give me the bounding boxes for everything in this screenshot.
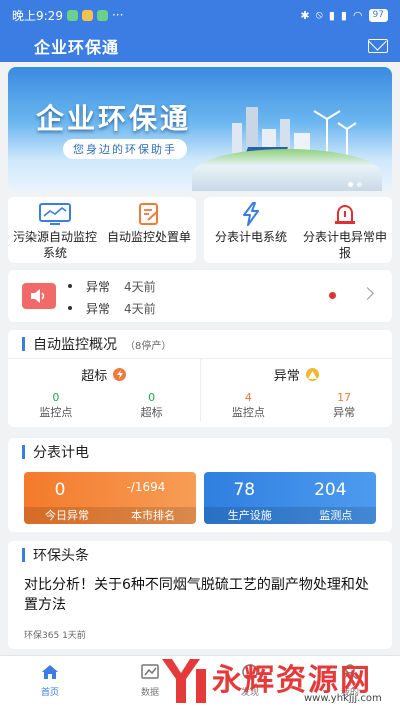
- section-accent-bar: [22, 337, 25, 351]
- stat-label: 监控点: [39, 406, 73, 419]
- section-title: 环保头条: [33, 548, 89, 564]
- facility-value: 78: [233, 480, 256, 500]
- stat-label: 监控点: [231, 406, 265, 419]
- notice-time: 4天前: [124, 302, 156, 316]
- exceed-panel[interactable]: 超标 0 监控点 0 超标: [8, 359, 200, 422]
- stat-label: 超标: [140, 406, 163, 419]
- abnormal-title: 异常: [273, 369, 300, 384]
- facility-label: 生产设施: [227, 509, 272, 522]
- exceed-title: 超标: [81, 369, 108, 384]
- watermark: 永辉资源网 www.yhkjjj.com: [154, 653, 394, 709]
- mute-icon: ⦸: [315, 8, 323, 21]
- mail-icon[interactable]: [368, 39, 388, 53]
- status-time: 晚上9:29: [12, 8, 63, 23]
- unread-dot: [329, 292, 336, 299]
- notice-label: 异常: [86, 280, 111, 294]
- exceed-stat[interactable]: 0 超标: [104, 390, 200, 420]
- monitor-point-value: 204: [314, 480, 347, 500]
- signal-icon: ▮: [328, 8, 335, 22]
- app-title: 企业环保通: [34, 38, 120, 57]
- wifi-icon: ◠: [352, 8, 363, 22]
- carousel-dot: [348, 182, 353, 187]
- banner-subtitle: 您身边的环保助手: [63, 139, 187, 159]
- abnormal-stat[interactable]: 17 异常: [296, 390, 392, 420]
- news-time: 1天前: [62, 631, 86, 641]
- notice-time: 4天前: [124, 280, 156, 294]
- section-title: 分表计电: [33, 445, 89, 461]
- signal-2-icon: ▮: [340, 8, 347, 22]
- carousel-dot: [357, 182, 362, 187]
- speaker-icon: [22, 283, 56, 309]
- bullet-icon: [68, 306, 72, 310]
- section-subtitle: （8停产）: [125, 340, 172, 352]
- notice-bar[interactable]: 异常 4天前 异常 4天前: [8, 270, 392, 322]
- stat-label: 异常: [333, 406, 356, 419]
- meter-facility-card[interactable]: 78 204 生产设施 监测点: [204, 472, 376, 524]
- news-meta: 环保365 1天前: [8, 628, 102, 641]
- tab-home[interactable]: 首页: [0, 656, 100, 711]
- watermark-url: www.yhkjjj.com: [304, 693, 382, 704]
- notice-item[interactable]: 异常 4天前: [68, 300, 156, 317]
- shortcut-card-monitoring: 污染源自动监控系统 自动监控处置单: [8, 197, 196, 263]
- tab-label: 首页: [40, 688, 59, 698]
- lightning-icon: [240, 202, 262, 226]
- section-title: 自动监控概况: [33, 337, 117, 353]
- news-headline[interactable]: 对比分析！关于6种不同烟气脱硫工艺的副产物处理和处置方法: [8, 569, 392, 615]
- abnormal-panel[interactable]: 异常 4 监控点 17 异常: [199, 359, 393, 422]
- bullet-icon: [68, 284, 72, 288]
- notification-shield-icon: [96, 9, 108, 21]
- stat-value: 0: [148, 391, 156, 404]
- section-accent-bar: [22, 548, 25, 562]
- banner-carousel[interactable]: 企业环保通 您身边的环保助手: [8, 67, 392, 191]
- notice-label: 异常: [86, 302, 111, 316]
- meter-abnormal-card[interactable]: 0 -/1694 今日异常 本市排名: [24, 472, 196, 524]
- section-header: 环保头条: [8, 541, 392, 569]
- banner-title: 企业环保通: [36, 102, 192, 135]
- shortcut-pollution-monitor[interactable]: 污染源自动监控系统: [8, 197, 102, 263]
- lightning-badge-icon: [113, 368, 127, 381]
- warning-badge-icon: [305, 368, 319, 381]
- app-header: 企业环保通: [0, 30, 400, 62]
- chevron-right-icon[interactable]: [361, 287, 374, 300]
- stat-value: 17: [337, 391, 352, 404]
- section-header: 分表计电: [8, 438, 392, 466]
- battery-icon: 97: [368, 8, 388, 22]
- meter-section: 分表计电 0 -/1694 今日异常 本市排名 78 204 生产设施 监测点: [8, 438, 392, 532]
- home-icon: [42, 665, 58, 679]
- abnormal-stat[interactable]: 4 监控点: [201, 390, 297, 420]
- auto-monitor-section: 自动监控概况 （8停产） 超标 0 监控点 0 超标 异常 4 监控点 17 异…: [8, 330, 392, 427]
- today-abnormal-value: 0: [54, 480, 66, 500]
- news-source: 环保365: [24, 631, 60, 641]
- monitor-icon: [38, 202, 72, 226]
- stat-value: 0: [52, 391, 60, 404]
- shortcut-area: 污染源自动监控系统 自动监控处置单 分表计电系统 分表计电异常申报: [8, 197, 392, 263]
- stat-value: 4: [244, 391, 252, 404]
- notification-message-icon: [81, 9, 93, 21]
- shortcut-label: 分表计电异常申报: [302, 230, 387, 260]
- shortcut-card-meter: 分表计电系统 分表计电异常申报: [204, 197, 392, 263]
- status-bar: 晚上9:29 ··· ✱ ⦸ ▮ ▮ ◠ 97: [0, 0, 400, 30]
- city-rank-value: -/1694: [126, 480, 166, 494]
- shortcut-meter-report[interactable]: 分表计电异常申报: [298, 197, 392, 263]
- form-edit-icon: [137, 202, 161, 226]
- today-abnormal-label: 今日异常: [45, 509, 89, 522]
- carousel-dots: [348, 182, 362, 187]
- watermark-logo-icon: [162, 659, 206, 703]
- alarm-lamp-icon: [333, 202, 357, 226]
- shortcut-label: 污染源自动监控系统: [13, 230, 98, 260]
- notification-app-icon: [66, 9, 78, 21]
- shortcut-meter-system[interactable]: 分表计电系统: [204, 197, 298, 263]
- exceed-stat[interactable]: 0 监控点: [8, 390, 104, 420]
- shortcut-label: 自动监控处置单: [107, 230, 192, 244]
- section-header: 自动监控概况 （8停产）: [8, 330, 392, 358]
- monitor-point-label: 监测点: [319, 509, 353, 522]
- shortcut-label: 分表计电系统: [214, 230, 287, 244]
- city-rank-label: 本市排名: [131, 509, 175, 522]
- section-accent-bar: [22, 445, 25, 459]
- shortcut-disposal-form[interactable]: 自动监控处置单: [102, 197, 196, 263]
- notice-item[interactable]: 异常 4天前: [68, 278, 156, 295]
- news-section: 环保头条 对比分析！关于6种不同烟气脱硫工艺的副产物处理和处置方法 环保365 …: [8, 541, 392, 649]
- status-more: ···: [111, 8, 124, 22]
- bluetooth-icon: ✱: [300, 8, 310, 22]
